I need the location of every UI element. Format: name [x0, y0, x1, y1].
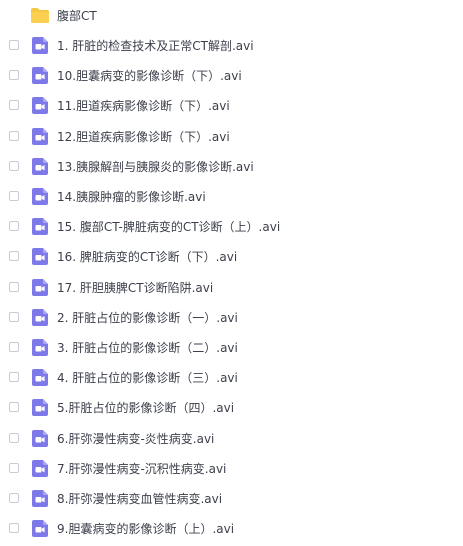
video-file-icon: [32, 128, 48, 145]
file-checkbox[interactable]: [9, 282, 19, 292]
file-checkbox[interactable]: [9, 433, 19, 443]
file-row[interactable]: 7.肝弥漫性病变-沉积性病变.avi: [0, 454, 463, 484]
file-row[interactable]: 14.胰腺肿瘤的影像诊断.avi: [0, 182, 463, 212]
video-file-icon: [32, 67, 48, 84]
folder-name: 腹部CT: [57, 9, 97, 23]
file-row[interactable]: 8.肝弥漫性病变血管性病变.avi: [0, 484, 463, 514]
file-checkbox[interactable]: [9, 161, 19, 171]
file-name: 13.胰腺解剖与胰腺炎的影像诊断.avi: [57, 160, 254, 174]
video-file-icon: [32, 430, 48, 447]
file-name: 2. 肝脏占位的影像诊断（一）.avi: [57, 311, 238, 325]
file-row[interactable]: 12.胆道疾病影像诊断（下）.avi: [0, 122, 463, 152]
file-name: 15. 腹部CT-脾脏病变的CT诊断（上）.avi: [57, 220, 281, 234]
file-checkbox[interactable]: [9, 100, 19, 110]
folder-row[interactable]: 腹部CT: [0, 1, 463, 31]
file-name: 10.胆囊病变的影像诊断（下）.avi: [57, 69, 242, 83]
file-name: 1. 肝脏的检查技术及正常CT解剖.avi: [57, 39, 254, 53]
file-checkbox[interactable]: [9, 402, 19, 412]
video-file-icon: [32, 248, 48, 265]
video-file-icon: [32, 97, 48, 114]
video-file-icon: [32, 37, 48, 54]
file-name: 6.肝弥漫性病变-炎性病变.avi: [57, 432, 215, 446]
file-checkbox[interactable]: [9, 312, 19, 322]
file-checkbox[interactable]: [9, 493, 19, 503]
file-row[interactable]: 15. 腹部CT-脾脏病变的CT诊断（上）.avi: [0, 212, 463, 242]
video-file-icon: [32, 309, 48, 326]
file-row[interactable]: 10.胆囊病变的影像诊断（下）.avi: [0, 61, 463, 91]
file-row[interactable]: 9.胆囊病变的影像诊断（上）.avi: [0, 514, 463, 544]
file-row[interactable]: 5.肝脏占位的影像诊断（四）.avi: [0, 393, 463, 423]
file-row[interactable]: 4. 肝脏占位的影像诊断（三）.avi: [0, 363, 463, 393]
file-checkbox[interactable]: [9, 342, 19, 352]
file-checkbox[interactable]: [9, 372, 19, 382]
file-list: 腹部CT 1. 肝脏的检查技术及正常CT解剖.avi 10.胆囊病变的影像诊断（…: [0, 0, 463, 546]
file-name: 7.肝弥漫性病变-沉积性病变.avi: [57, 462, 227, 476]
file-checkbox[interactable]: [9, 131, 19, 141]
file-name: 3. 肝脏占位的影像诊断（二）.avi: [57, 341, 238, 355]
file-row[interactable]: 16. 脾脏病变的CT诊断（下）.avi: [0, 242, 463, 272]
file-checkbox[interactable]: [9, 463, 19, 473]
file-row[interactable]: 13.胰腺解剖与胰腺炎的影像诊断.avi: [0, 152, 463, 182]
file-name: 14.胰腺肿瘤的影像诊断.avi: [57, 190, 206, 204]
file-name: 5.肝脏占位的影像诊断（四）.avi: [57, 401, 235, 415]
file-checkbox[interactable]: [9, 221, 19, 231]
video-file-icon: [32, 399, 48, 416]
file-checkbox[interactable]: [9, 251, 19, 261]
file-name: 12.胆道疾病影像诊断（下）.avi: [57, 130, 230, 144]
file-name: 4. 肝脏占位的影像诊断（三）.avi: [57, 371, 238, 385]
file-checkbox[interactable]: [9, 40, 19, 50]
video-file-icon: [32, 460, 48, 477]
folder-icon: [31, 8, 49, 23]
video-file-icon: [32, 188, 48, 205]
file-row[interactable]: 6.肝弥漫性病变-炎性病变.avi: [0, 424, 463, 454]
video-file-icon: [32, 279, 48, 296]
file-name: 16. 脾脏病变的CT诊断（下）.avi: [57, 250, 238, 264]
file-row[interactable]: 1. 肝脏的检查技术及正常CT解剖.avi: [0, 31, 463, 61]
file-checkbox[interactable]: [9, 191, 19, 201]
file-name: 9.胆囊病变的影像诊断（上）.avi: [57, 522, 235, 536]
video-file-icon: [32, 339, 48, 356]
file-checkbox[interactable]: [9, 523, 19, 533]
file-checkbox[interactable]: [9, 70, 19, 80]
file-row[interactable]: 3. 肝脏占位的影像诊断（二）.avi: [0, 333, 463, 363]
video-file-icon: [32, 369, 48, 386]
file-name: 17. 肝胆胰脾CT诊断陷阱.avi: [57, 281, 214, 295]
file-row[interactable]: 17. 肝胆胰脾CT诊断陷阱.avi: [0, 273, 463, 303]
file-row[interactable]: 2. 肝脏占位的影像诊断（一）.avi: [0, 303, 463, 333]
video-file-icon: [32, 520, 48, 537]
file-name: 11.胆道疾病影像诊断（下）.avi: [57, 99, 230, 113]
file-row[interactable]: 11.胆道疾病影像诊断（下）.avi: [0, 91, 463, 121]
file-name: 8.肝弥漫性病变血管性病变.avi: [57, 492, 223, 506]
video-file-icon: [32, 158, 48, 175]
video-file-icon: [32, 218, 48, 235]
video-file-icon: [32, 490, 48, 507]
